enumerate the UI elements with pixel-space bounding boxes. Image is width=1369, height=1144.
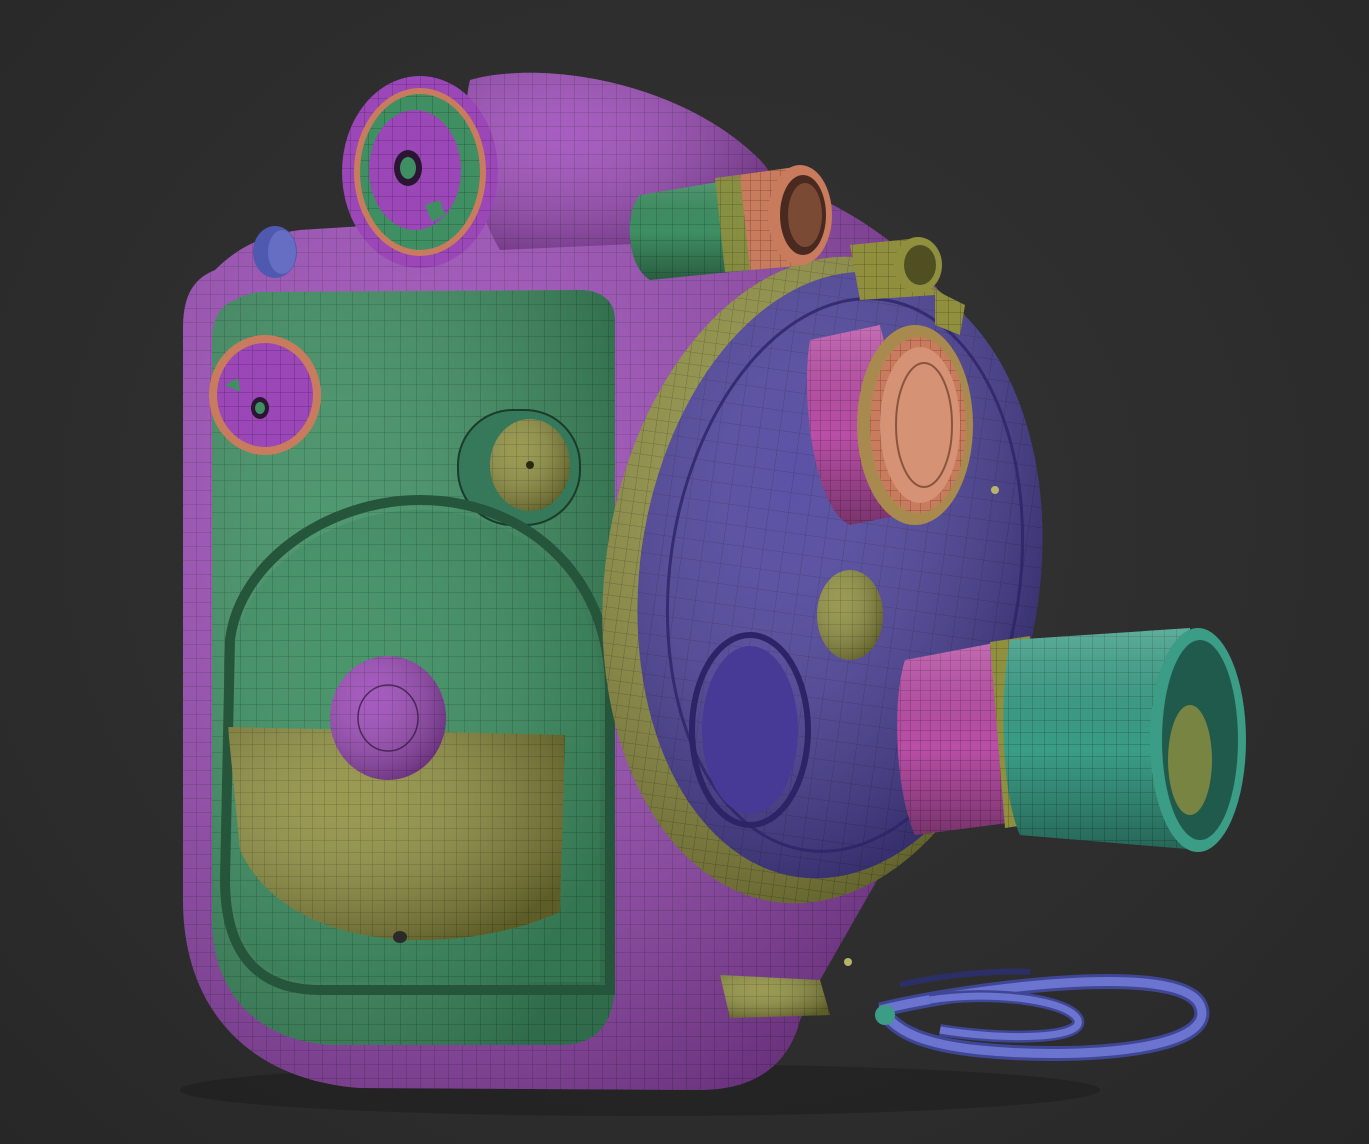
release-cable <box>878 968 1210 1062</box>
upper-lens <box>806 325 973 525</box>
turret-cap <box>817 570 883 660</box>
top-dial <box>342 76 498 268</box>
viewport <box>0 0 1369 1144</box>
lower-lens <box>897 628 1246 852</box>
camera-render <box>180 72 1246 1116</box>
bottom-bracket <box>720 975 895 1025</box>
counter-dial <box>209 335 321 455</box>
side-knob <box>253 226 297 278</box>
